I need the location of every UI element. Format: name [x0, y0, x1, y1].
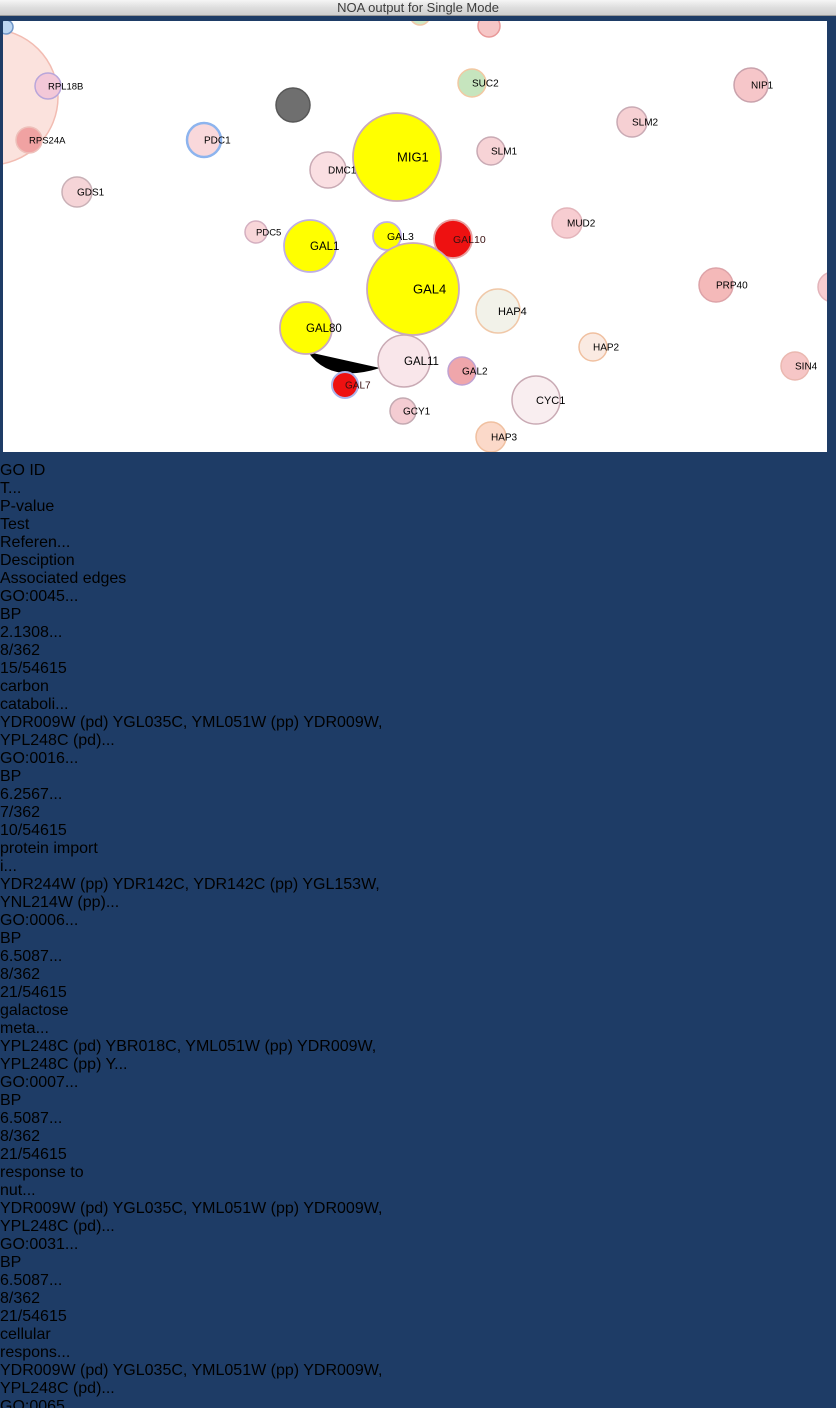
- table-cell: cellular respons...: [0, 1326, 107, 1362]
- graph-node-label-PDC1: PDC1: [204, 136, 231, 147]
- table-cell: YDR244W (pp) YDR142C, YDR142C (pp) YGL15…: [0, 876, 412, 912]
- table-row[interactable]: GO:0031...BP6.5087...8/36221/54615cellul…: [0, 1236, 836, 1398]
- graph-node-tiny-topleft[interactable]: [0, 20, 13, 34]
- noa-window: NOA output for Single Mode GO IDT...P-va…: [0, 462, 836, 1408]
- table-cell: 21/54615: [0, 984, 71, 1002]
- table-cell: 7/362: [0, 804, 60, 822]
- table-cell: GO:0007...: [0, 1074, 73, 1092]
- graph-node-label-HAP3: HAP3: [491, 433, 518, 444]
- table-row[interactable]: GO:0016...BP6.2567...7/36210/54615protei…: [0, 750, 836, 912]
- graph-node-label-NIP1: NIP1: [751, 81, 774, 92]
- graph-node-label-GDS1: GDS1: [77, 188, 105, 199]
- table-cell: 15/54615: [0, 660, 71, 678]
- table-cell: protein import i...: [0, 840, 107, 876]
- table-cell: GO:0045...: [0, 588, 73, 606]
- table-cell: BP: [0, 1254, 37, 1272]
- graph-node-label-HAP4: HAP4: [498, 306, 527, 318]
- table-cell: 6.5087...: [0, 1272, 62, 1290]
- table-cell: BP: [0, 768, 37, 786]
- table-row[interactable]: GO:0007...BP6.5087...8/36221/54615respon…: [0, 1074, 836, 1236]
- graph-node-label-SIN4: SIN4: [795, 362, 818, 373]
- table-cell: BP: [0, 1092, 37, 1110]
- graph-node-label-CYC1: CYC1: [536, 395, 565, 407]
- table-cell: 10/54615: [0, 822, 71, 840]
- graph-node-pink-top[interactable]: [478, 15, 500, 37]
- graph-node-label-GAL7: GAL7: [345, 381, 371, 392]
- table-row[interactable]: GO:0006...BP6.5087...8/36221/54615galact…: [0, 912, 836, 1074]
- graph-node-label-GAL80: GAL80: [306, 323, 342, 335]
- column-header-referen-[interactable]: Referen...: [0, 534, 71, 552]
- table-cell: YPL248C (pd) YBR018C, YML051W (pp) YDR00…: [0, 1038, 412, 1074]
- table-header: GO IDT...P-valueTestReferen...Desciption…: [0, 462, 836, 588]
- graph-node-label-PDC5: PDC5: [256, 227, 281, 238]
- table-cell: GO:0016...: [0, 750, 73, 768]
- table-cell: 8/362: [0, 1128, 60, 1146]
- table-cell: carbon cataboli...: [0, 678, 107, 714]
- network-canvas[interactable]: RPL18B RPS24A GDS1 PDC1 PDC5 MIG1 DMC1 SUC2 SLM1…: [0, 0, 836, 457]
- table-cell: BP: [0, 606, 37, 624]
- noa-window-titlebar[interactable]: NOA output for Single Mode: [0, 0, 836, 16]
- column-header-t-[interactable]: T...: [0, 480, 37, 498]
- graph-node-label-RPS24A: RPS24A: [29, 135, 66, 146]
- graph-node-label-SLM1: SLM1: [491, 147, 518, 158]
- column-header-test[interactable]: Test: [0, 516, 60, 534]
- graph-node-label-RPL18B: RPL18B: [48, 81, 83, 92]
- table-cell: 8/362: [0, 966, 60, 984]
- noa-table: GO IDT...P-valueTestReferen...Desciption…: [0, 462, 836, 1408]
- table-cell: BP: [0, 930, 37, 948]
- table-cell: 6.5087...: [0, 1110, 62, 1128]
- table-cell: 21/54615: [0, 1308, 71, 1326]
- zoom-button[interactable]: [51, 1, 64, 14]
- table-cell: galactose meta...: [0, 1002, 107, 1038]
- table-cell: 8/362: [0, 1290, 60, 1308]
- graph-node-label-PRP40: PRP40: [716, 281, 748, 292]
- graph-node-label-GAL10: GAL10: [453, 234, 486, 246]
- graph-node-label-HAP2: HAP2: [593, 343, 620, 354]
- table-cell: GO:0031...: [0, 1236, 73, 1254]
- table-cell: YDR009W (pd) YGL035C, YML051W (pp) YDR00…: [0, 1200, 412, 1236]
- canvas-background: [3, 21, 827, 452]
- table-cell: 6.5087...: [0, 948, 62, 966]
- close-button[interactable]: [9, 1, 22, 14]
- noa-window-title: NOA output for Single Mode: [337, 0, 499, 15]
- graph-node-label-MIG1: MIG1: [397, 150, 429, 165]
- table-cell: YDR009W (pd) YGL035C, YML051W (pp) YDR00…: [0, 1362, 412, 1398]
- table-row[interactable]: GO:0065...BP8.0614...94/3627260/54...bio…: [0, 1398, 836, 1408]
- graph-node-label-SLM2: SLM2: [632, 118, 659, 129]
- column-header-associated-edges[interactable]: Associated edges: [0, 570, 412, 588]
- column-header-desciption[interactable]: Desciption: [0, 552, 107, 570]
- graph-node-label-GAL4: GAL4: [413, 282, 446, 297]
- table-cell: 8/362: [0, 642, 60, 660]
- graph-node-label-GAL11: GAL11: [404, 356, 439, 368]
- table-body: GO:0045...BP2.1308...8/36215/54615carbon…: [0, 588, 836, 1408]
- table-cell: GO:0006...: [0, 912, 73, 930]
- graph-node-label-MUD2: MUD2: [567, 219, 596, 230]
- column-header-go-id[interactable]: GO ID: [0, 462, 73, 480]
- table-cell: 6.2567...: [0, 786, 62, 804]
- minimize-button[interactable]: [30, 1, 43, 14]
- graph-node-label-GCY1: GCY1: [403, 407, 431, 418]
- table-cell: response to nut...: [0, 1164, 107, 1200]
- table-row[interactable]: GO:0045...BP2.1308...8/36215/54615carbon…: [0, 588, 836, 750]
- table-cell: GO:0065...: [0, 1398, 73, 1408]
- graph-node-label-DMC1: DMC1: [328, 166, 357, 177]
- table-cell: 2.1308...: [0, 624, 62, 642]
- graph-node-gray-node[interactable]: [276, 88, 310, 122]
- graph-node-label-GAL2: GAL2: [462, 367, 488, 378]
- graph-node-label-GAL3: GAL3: [387, 231, 414, 243]
- column-header-p-value[interactable]: P-value: [0, 498, 62, 516]
- table-cell: YDR009W (pd) YGL035C, YML051W (pp) YDR00…: [0, 714, 412, 750]
- graph-node-label-GAL1: GAL1: [310, 241, 339, 253]
- table-cell: 21/54615: [0, 1146, 71, 1164]
- traffic-lights-inactive: [9, 1, 64, 14]
- graph-window: galFiltered.sif RPL18BRPS24AGDS1PDC1PDC5…: [0, 0, 836, 462]
- graph-node-label-SUC2: SUC2: [472, 79, 499, 90]
